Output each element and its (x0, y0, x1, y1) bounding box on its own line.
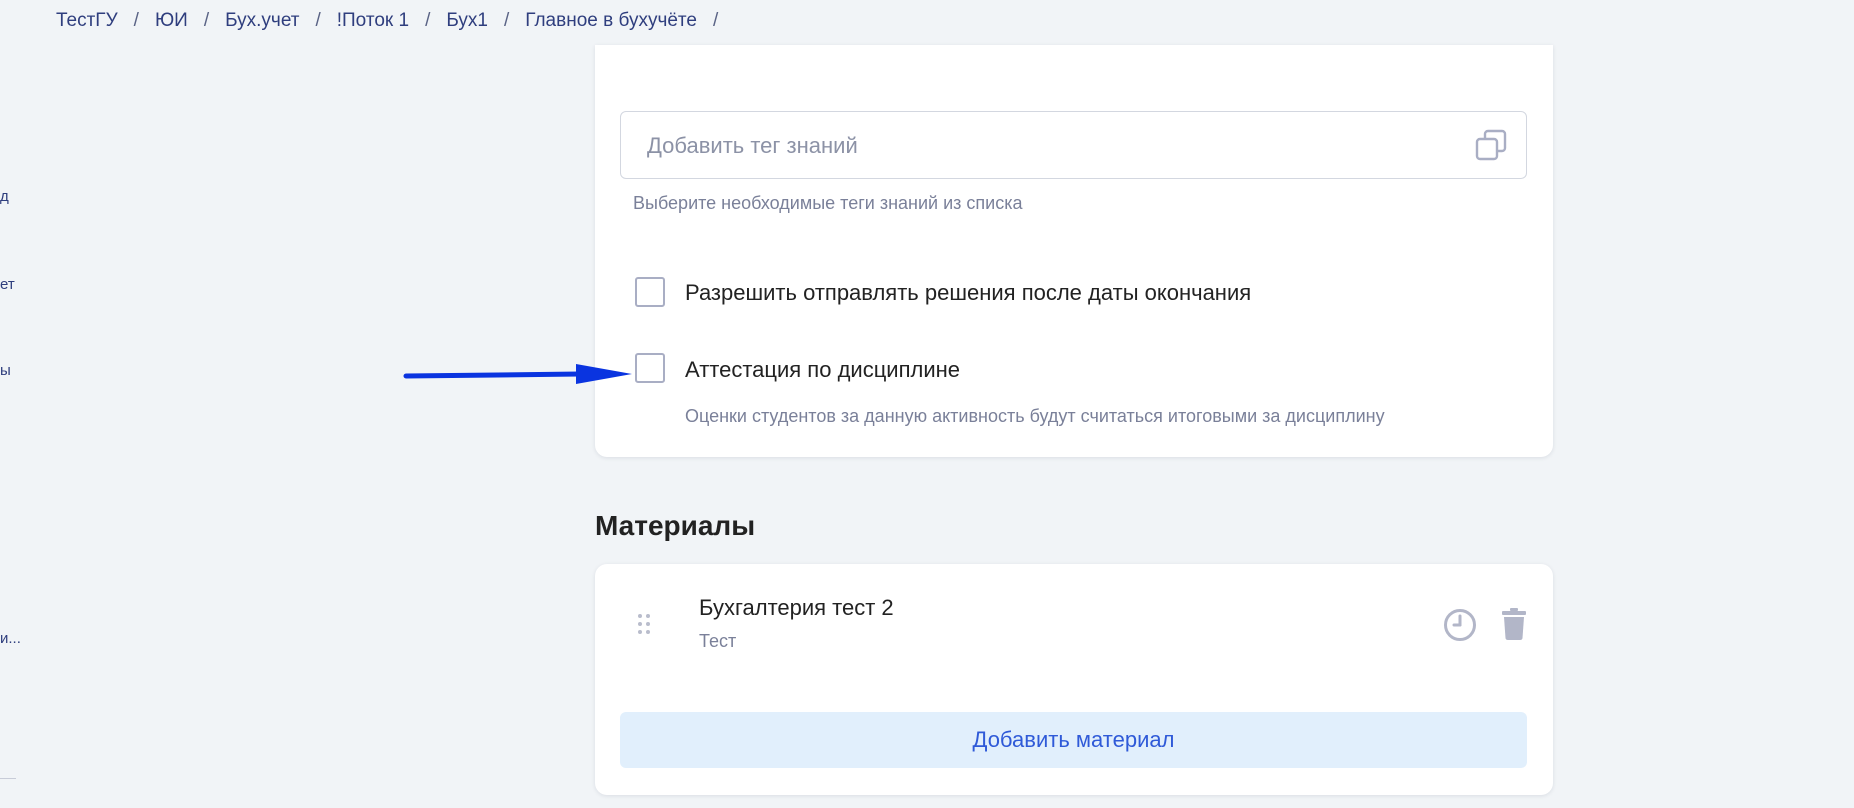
arrow-icon (403, 364, 632, 384)
breadcrumb-item-glavnoe[interactable]: Главное в бухучёте (525, 10, 697, 32)
allow-late-submission-label[interactable]: Разрешить отправлять решения после даты … (685, 280, 1251, 306)
sidebar-item-fragment[interactable]: ет (0, 276, 15, 293)
activity-settings-card: Добавить тег знаний Выберите необходимые… (595, 45, 1553, 457)
discipline-attestation-label[interactable]: Аттестация по дисциплине (685, 357, 960, 383)
breadcrumb-separator: / (315, 10, 321, 31)
breadcrumb-item-buh-uchet[interactable]: Бух.учет (225, 10, 299, 32)
breadcrumb-item-buh1[interactable]: Бух1 (446, 10, 488, 32)
clock-icon[interactable] (1443, 608, 1477, 642)
discipline-attestation-description: Оценки студентов за данную активность бу… (685, 406, 1385, 426)
breadcrumb-separator: / (425, 10, 431, 31)
trash-icon[interactable] (1501, 608, 1527, 640)
breadcrumb-separator: / (712, 10, 719, 31)
breadcrumb: ТестГУ / ЮИ / Бух.учет / !Поток 1 / Бух1… (56, 9, 734, 33)
sidebar-item-fragment[interactable]: и... (0, 630, 21, 647)
materials-card: Бухгалтерия тест 2 Тест Добавить материа… (595, 564, 1553, 795)
allow-late-submission-checkbox[interactable] (635, 277, 665, 307)
breadcrumb-separator: / (203, 10, 210, 31)
breadcrumb-item-potok-1[interactable]: !Поток 1 (337, 10, 409, 32)
add-material-button[interactable]: Добавить материал (620, 712, 1527, 768)
sidebar-item-fragment[interactable]: д (0, 188, 9, 205)
breadcrumb-separator: / (133, 10, 139, 31)
sidebar-divider (0, 778, 16, 779)
sidebar-item-fragment[interactable]: ы (0, 362, 11, 379)
materials-section-title: Материалы (595, 510, 756, 541)
drag-handle-icon[interactable] (637, 612, 651, 636)
knowledge-tag-input[interactable]: Добавить тег знаний (620, 111, 1527, 179)
breadcrumb-item-yui[interactable]: ЮИ (155, 10, 188, 32)
material-type: Тест (699, 631, 737, 651)
knowledge-tag-helper: Выберите необходимые теги знаний из спис… (633, 193, 1023, 213)
breadcrumb-item-testgu[interactable]: ТестГУ (56, 10, 118, 32)
material-title[interactable]: Бухгалтерия тест 2 (699, 595, 894, 621)
breadcrumb-separator: / (503, 10, 510, 31)
knowledge-tag-placeholder: Добавить тег знаний (647, 133, 858, 158)
copy-icon[interactable] (1474, 128, 1508, 162)
